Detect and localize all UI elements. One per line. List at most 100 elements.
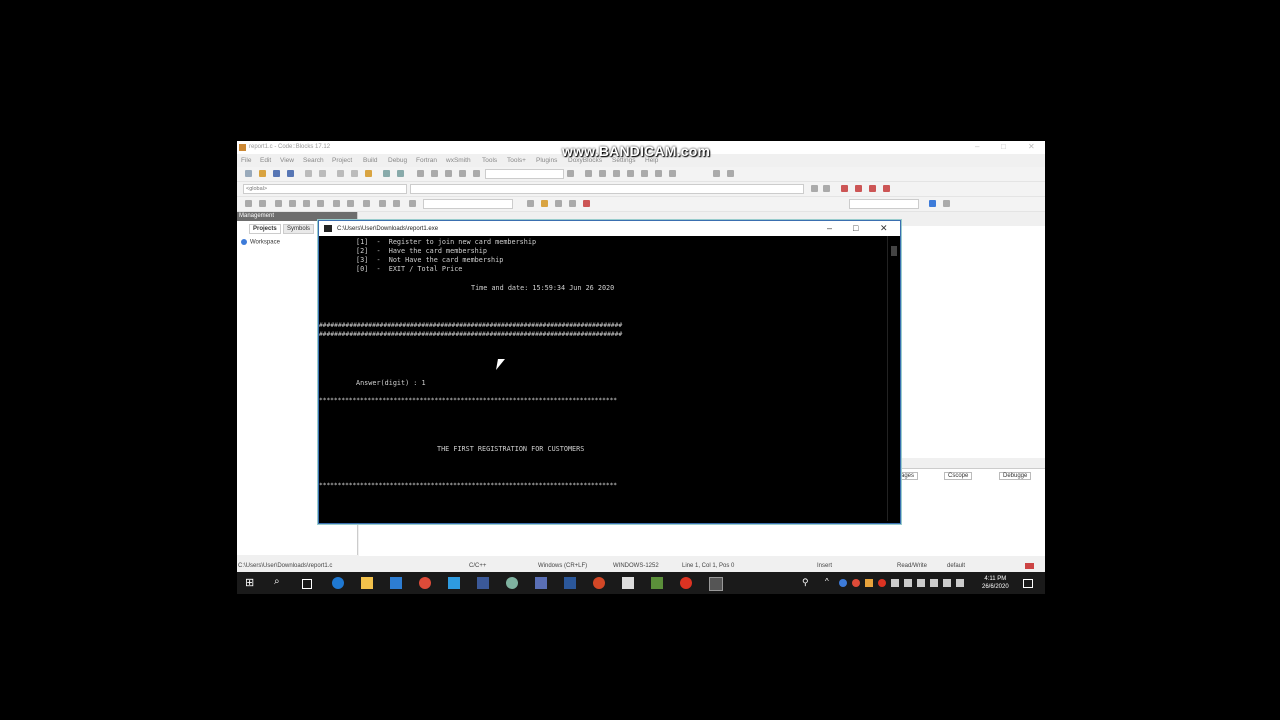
app-icon[interactable]	[506, 577, 518, 589]
stop-macro-icon[interactable]	[393, 200, 400, 207]
word-icon[interactable]	[564, 577, 576, 589]
log-tab-cscope[interactable]: Cscope	[944, 472, 973, 480]
highlight-text-icon[interactable]	[541, 200, 548, 207]
onedrive-icon[interactable]	[943, 579, 951, 587]
bookmark-prev-icon[interactable]	[855, 185, 862, 192]
menu-file[interactable]: File	[241, 157, 251, 164]
console-scrollbar[interactable]	[887, 236, 900, 521]
search-icon[interactable]: ⌕	[274, 576, 286, 588]
file-explorer-icon[interactable]	[361, 577, 373, 589]
taskbar-clock[interactable]: 4:11 PM 26/6/2020	[982, 575, 1009, 591]
next-line-icon[interactable]	[613, 170, 620, 177]
minimize-icon[interactable]: –	[975, 142, 979, 151]
menu-debug[interactable]: Debug	[388, 157, 407, 164]
menu-fortran[interactable]: Fortran	[416, 157, 437, 164]
show-log-icon[interactable]	[567, 170, 574, 177]
store-icon[interactable]	[390, 577, 402, 589]
compile-file-icon[interactable]	[245, 200, 252, 207]
menu-settings[interactable]: Settings	[612, 157, 636, 164]
log-tab-debugger[interactable]: Debugge	[999, 472, 1032, 480]
new-file-icon[interactable]	[245, 170, 252, 177]
save-icon[interactable]	[273, 170, 280, 177]
console-minimize-icon[interactable]: –	[827, 223, 832, 233]
bandicam-icon[interactable]	[680, 577, 692, 589]
cut-icon[interactable]	[337, 170, 344, 177]
rebuild-icon[interactable]	[459, 170, 466, 177]
chrome-icon[interactable]	[419, 577, 431, 589]
maximize-icon[interactable]: □	[1001, 142, 1006, 151]
console-taskbar-icon[interactable]	[709, 577, 723, 591]
replace-icon[interactable]	[397, 170, 404, 177]
tab-projects[interactable]: Projects	[249, 224, 281, 234]
battery-icon[interactable]	[917, 579, 925, 587]
find-prev-icon[interactable]	[527, 200, 534, 207]
debug-run-icon[interactable]	[585, 170, 592, 177]
keyboard-icon[interactable]	[930, 579, 938, 587]
menu-search[interactable]: Search	[303, 157, 324, 164]
comment-icon[interactable]	[289, 200, 296, 207]
close-icon[interactable]: ✕	[1028, 142, 1035, 151]
menu-doxyblocks[interactable]: DoxyBlocks	[568, 157, 602, 164]
step-into-icon[interactable]	[627, 170, 634, 177]
tray-chrome-icon[interactable]	[852, 579, 860, 587]
task-view-icon[interactable]	[302, 579, 312, 589]
menu-edit[interactable]: Edit	[260, 157, 271, 164]
open-file-icon[interactable]	[259, 170, 266, 177]
stop-debug-icon[interactable]	[669, 170, 676, 177]
scrollbar-thumb[interactable]	[891, 246, 897, 256]
step-out-icon[interactable]	[641, 170, 648, 177]
block-select-icon[interactable]	[347, 200, 354, 207]
edge-icon[interactable]	[332, 577, 344, 589]
tray-record-icon[interactable]	[878, 579, 886, 587]
start-icon[interactable]: ⊞	[245, 576, 257, 589]
save-all-icon[interactable]	[287, 170, 294, 177]
build-target-combo[interactable]	[485, 169, 564, 179]
build-icon[interactable]	[417, 170, 424, 177]
console-window[interactable]: C:\Users\User\Downloads\report1.exe – □ …	[318, 220, 901, 524]
tray-chevron-icon[interactable]: ^	[825, 577, 837, 589]
doxy-icon[interactable]	[259, 200, 266, 207]
facebook-icon[interactable]	[477, 577, 489, 589]
run-to-cursor-icon[interactable]	[599, 170, 606, 177]
record-macro-icon[interactable]	[363, 200, 370, 207]
menu-tools-plus[interactable]: Tools+	[507, 157, 526, 164]
action-center-icon[interactable]	[1023, 579, 1033, 588]
bookmark-next-icon[interactable]	[869, 185, 876, 192]
menu-tools[interactable]: Tools	[482, 157, 497, 164]
volume-icon[interactable]	[904, 579, 912, 587]
jump-back-icon[interactable]	[811, 185, 818, 192]
bookmark-toggle-icon[interactable]	[841, 185, 848, 192]
paint-icon[interactable]	[622, 577, 634, 589]
build-run-icon[interactable]	[445, 170, 452, 177]
scope-combo[interactable]: <global>	[243, 184, 407, 194]
tray-app-icon[interactable]	[839, 579, 847, 587]
codeblocks-taskbar-icon[interactable]	[651, 577, 663, 589]
options-icon[interactable]	[943, 200, 950, 207]
copy-icon[interactable]	[351, 170, 358, 177]
workspace-node[interactable]: Workspace	[241, 239, 280, 246]
console-close-icon[interactable]: ✕	[880, 223, 888, 234]
find-in-files-icon[interactable]	[929, 200, 936, 207]
menu-wxsmith[interactable]: wxSmith	[446, 157, 471, 164]
tab-symbols[interactable]: Symbols	[283, 224, 315, 234]
match-brace-icon[interactable]	[303, 200, 310, 207]
function-combo[interactable]	[410, 184, 804, 194]
menu-help[interactable]: Help	[645, 157, 658, 164]
mail-icon[interactable]	[448, 577, 460, 589]
people-icon[interactable]: ⚲	[802, 577, 814, 589]
match-case-icon[interactable]	[569, 200, 576, 207]
play-macro-icon[interactable]	[379, 200, 386, 207]
undo-icon[interactable]	[305, 170, 312, 177]
clear-search-icon[interactable]	[583, 200, 590, 207]
pause-debug-icon[interactable]	[655, 170, 662, 177]
paste-icon[interactable]	[365, 170, 372, 177]
menu-view[interactable]: View	[280, 157, 294, 164]
search-box-icon[interactable]	[409, 200, 416, 207]
menu-project[interactable]: Project	[332, 157, 352, 164]
find-icon[interactable]	[383, 170, 390, 177]
redo-icon[interactable]	[319, 170, 326, 177]
console-maximize-icon[interactable]: □	[853, 223, 858, 233]
use-regex-icon[interactable]	[555, 200, 562, 207]
messenger-icon[interactable]	[535, 577, 547, 589]
zoom-combo[interactable]	[849, 199, 919, 209]
